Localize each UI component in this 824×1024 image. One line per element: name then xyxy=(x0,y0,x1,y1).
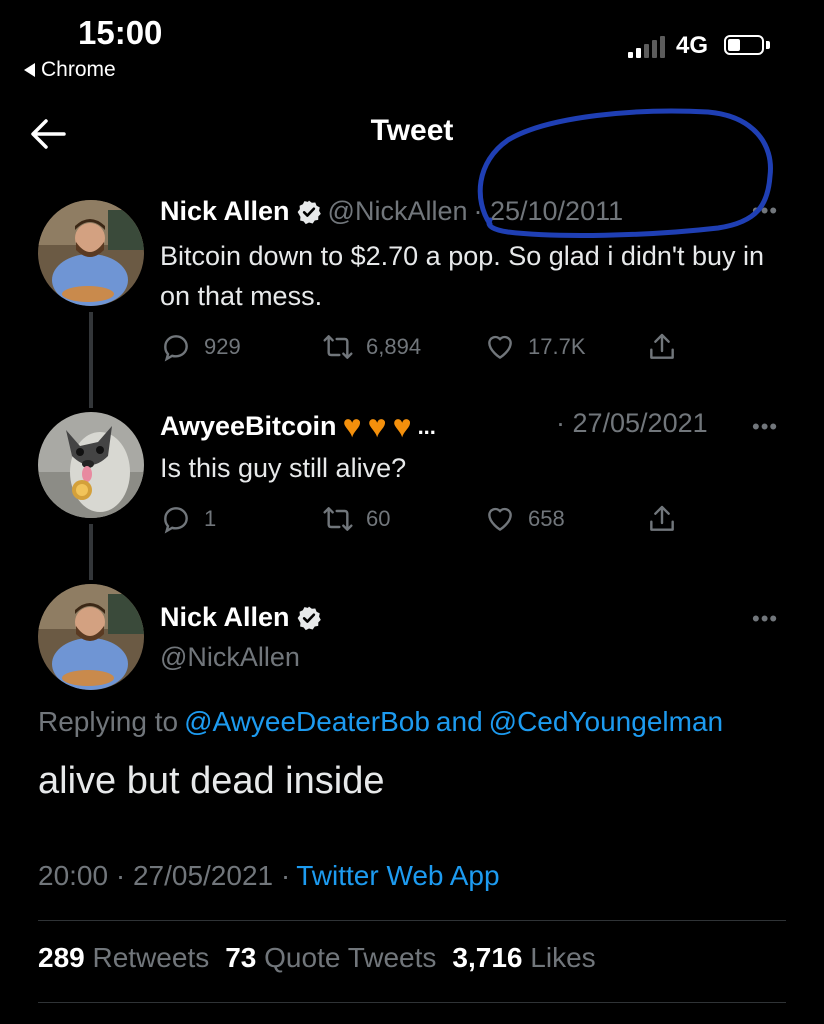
retweet-count: 6,894 xyxy=(366,334,422,359)
hand-drawn-circle-annotation xyxy=(477,108,773,238)
tweet-header: AwyeeBitcoin ♥ ♥ ♥ ... xyxy=(160,408,436,445)
author-handle[interactable]: @NickAllen xyxy=(160,642,300,673)
mention-link[interactable]: @CedYoungelman xyxy=(489,706,723,738)
main-tweet-author: Nick Allen xyxy=(160,602,322,633)
divider xyxy=(38,920,786,921)
like-count: 17.7K xyxy=(528,334,586,359)
reply-button[interactable]: 1 xyxy=(160,503,216,535)
retweet-button[interactable]: 6,894 xyxy=(322,331,421,363)
retweet-icon xyxy=(323,335,353,359)
back-app-label: Chrome xyxy=(41,58,116,81)
quote-tweets-stat[interactable]: 73 Quote Tweets xyxy=(225,942,436,974)
like-button[interactable]: 658 xyxy=(484,503,565,535)
avatar[interactable] xyxy=(38,584,144,690)
name-ellipsis: ... xyxy=(417,413,436,439)
verified-badge-icon xyxy=(297,200,321,224)
battery-tip xyxy=(766,41,770,49)
tweet-date[interactable]: · 27/05/2021 xyxy=(556,408,708,439)
share-button[interactable] xyxy=(646,503,678,535)
tweet-timestamp-row: 20:00 · 27/05/2021 · Twitter Web App xyxy=(38,860,500,892)
tweet-text: Bitcoin down to $2.70 a pop. So glad i d… xyxy=(160,241,765,311)
share-icon xyxy=(650,505,674,531)
more-icon[interactable]: ••• xyxy=(752,414,778,440)
share-icon xyxy=(650,333,674,359)
tweet-source-link[interactable]: Twitter Web App xyxy=(296,860,499,892)
divider xyxy=(38,1002,786,1003)
orange-heart-emoji: ♥ xyxy=(342,408,362,444)
reply-icon xyxy=(164,507,188,534)
thread-connector-line xyxy=(89,524,93,580)
avatar[interactable] xyxy=(38,412,144,518)
thread-connector-line xyxy=(89,312,93,408)
likes-stat[interactable]: 3,716 Likes xyxy=(452,942,595,974)
heart-icon xyxy=(488,507,512,531)
verified-badge-icon xyxy=(297,606,321,630)
tweet-text: Is this guy still alive? xyxy=(160,453,407,483)
tweet-timestamp[interactable]: 20:00 · 27/05/2021 · xyxy=(38,860,290,892)
retweet-count: 60 xyxy=(366,506,391,531)
reply-count: 1 xyxy=(204,506,217,531)
orange-heart-emoji: ♥ xyxy=(392,408,412,444)
like-button[interactable]: 17.7K xyxy=(484,331,586,363)
like-count: 658 xyxy=(528,506,565,531)
replying-prefix: Replying to xyxy=(38,706,179,737)
author-name[interactable]: Nick Allen xyxy=(160,602,290,633)
retweets-stat[interactable]: 289 Retweets xyxy=(38,942,209,974)
replying-to: Replying to @AwyeeDeaterBob and @CedYoun… xyxy=(38,706,723,738)
reply-count: 929 xyxy=(204,334,241,359)
heart-icon xyxy=(488,335,512,359)
status-time: 15:00 xyxy=(78,14,163,51)
author-handle[interactable]: @NickAllen xyxy=(328,196,468,227)
back-triangle-icon xyxy=(24,63,35,77)
more-icon[interactable]: ••• xyxy=(752,606,778,632)
main-tweet-text: alive but dead inside xyxy=(38,760,385,802)
signal-strength-icon xyxy=(628,36,665,58)
mention-link[interactable]: @AwyeeDeaterBob xyxy=(184,706,430,738)
retweet-icon xyxy=(323,507,353,531)
avatar[interactable] xyxy=(38,200,144,306)
battery-icon xyxy=(724,35,764,55)
orange-heart-emoji: ♥ xyxy=(367,408,387,444)
author-name[interactable]: Nick Allen xyxy=(160,196,290,227)
reply-button[interactable]: 929 xyxy=(160,331,241,363)
author-name[interactable]: AwyeeBitcoin xyxy=(160,411,337,442)
retweet-button[interactable]: 60 xyxy=(322,503,390,535)
share-button[interactable] xyxy=(646,331,678,363)
engagement-stats: 289 Retweets 73 Quote Tweets 3,716 Likes xyxy=(38,942,596,974)
network-type: 4G xyxy=(676,32,709,59)
replying-and[interactable]: and xyxy=(436,706,483,738)
back-to-app-link[interactable]: Chrome xyxy=(24,58,116,82)
reply-icon xyxy=(164,335,188,362)
